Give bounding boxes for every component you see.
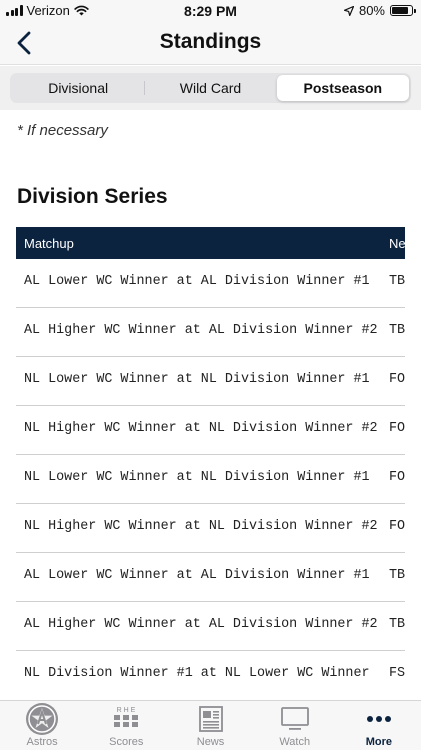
division-series-table: Matchup Ne AL Lower WC Winner at AL Divi… [16,227,405,699]
table-row[interactable]: NL Lower WC Winner at NL Division Winner… [16,455,405,504]
network-cell: FO [389,470,405,485]
more-dots-icon [366,716,391,722]
matchup-cell: AL Higher WC Winner at AL Division Winne… [24,617,378,632]
table-header: Matchup Ne [16,227,405,259]
network-cell: TB [389,568,405,583]
matchup-cell: NL Lower WC Winner at NL Division Winner… [24,372,370,387]
tab-news[interactable]: News [168,701,252,750]
tab-astros[interactable]: Astros [0,701,84,750]
tab-label: Scores [109,736,144,748]
segment-wild-card[interactable]: Wild Card [144,75,276,101]
tab-scores[interactable]: R H E Scores [84,701,168,750]
table-row[interactable]: AL Higher WC Winner at AL Division Winne… [16,308,405,357]
matchup-cell: AL Lower WC Winner at AL Division Winner… [24,274,370,289]
segment-divisional[interactable]: Divisional [12,75,144,101]
scoreboard-icon: R H E [114,707,139,727]
network-cell: FO [389,519,405,534]
column-header-network: Ne [389,236,405,251]
standings-segmented-control: Divisional Wild Card Postseason [10,73,411,103]
table-row[interactable]: NL Higher WC Winner at NL Division Winne… [16,504,405,553]
matchup-cell: AL Higher WC Winner at AL Division Winne… [24,323,378,338]
matchup-cell: NL Division Winner #1 at NL Lower WC Win… [24,666,370,681]
astros-logo-icon [26,703,59,735]
table-row[interactable]: AL Lower WC Winner at AL Division Winner… [16,259,405,308]
table-row[interactable]: NL Division Winner #1 at NL Lower WC Win… [16,651,405,699]
segment-postseason[interactable]: Postseason [276,75,409,101]
newspaper-icon [198,706,223,732]
tab-watch[interactable]: Watch [253,701,337,750]
battery-icon [390,5,416,16]
network-cell: TB [389,617,405,632]
tab-label: News [196,736,225,748]
column-header-matchup: Matchup [24,236,74,251]
table-row[interactable]: NL Higher WC Winner at NL Division Winne… [16,406,405,455]
segment-bar: Divisional Wild Card Postseason [0,66,421,110]
network-cell: FS [389,666,405,681]
location-arrow-icon [343,5,354,16]
tab-label: Watch [279,736,311,748]
if-necessary-note: * If necessary [17,122,108,139]
battery-percent: 80% [358,3,385,18]
matchup-cell: AL Lower WC Winner at AL Division Winner… [24,568,370,583]
tv-icon [280,707,309,730]
navigation-bar: Standings [0,22,421,65]
status-bar: Verizon 8:29 PM 80% [0,0,421,22]
tab-bar: Astros R H E Scores News Watch More [0,700,421,750]
network-cell: TB [389,323,405,338]
matchup-cell: NL Higher WC Winner at NL Division Winne… [24,421,378,436]
status-right: 80% [343,3,416,18]
page-title: Standings [159,30,262,53]
section-title: Division Series [17,185,168,208]
table-row[interactable]: AL Lower WC Winner at AL Division Winner… [16,553,405,602]
svg-text:R H E: R H E [117,707,136,714]
matchup-cell: NL Lower WC Winner at NL Division Winner… [24,470,370,485]
table-row[interactable]: AL Higher WC Winner at AL Division Winne… [16,602,405,651]
tab-more[interactable]: More [337,701,421,750]
tab-label: Astros [26,736,58,748]
network-cell: FO [389,372,405,387]
network-cell: FO [389,421,405,436]
network-cell: TB [389,274,405,289]
matchup-cell: NL Higher WC Winner at NL Division Winne… [24,519,378,534]
table-row[interactable]: NL Lower WC Winner at NL Division Winner… [16,357,405,406]
tab-label: More [365,736,393,748]
